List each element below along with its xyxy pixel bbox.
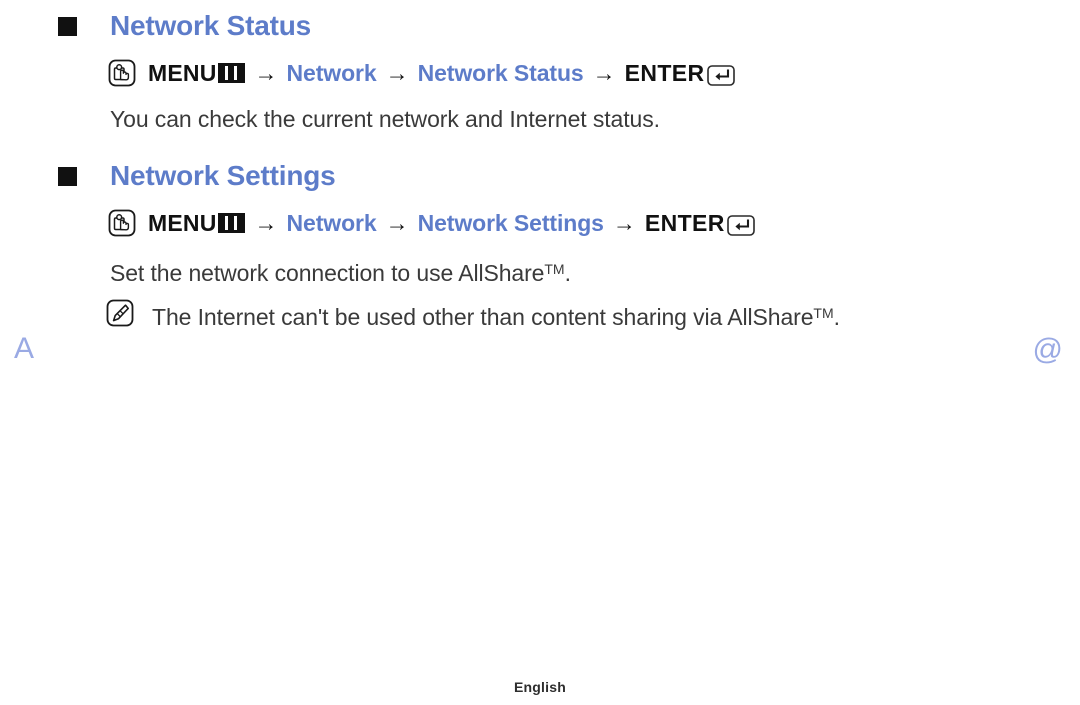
path-step-network-status: Network Status xyxy=(417,60,584,86)
page-title: Network Status xyxy=(110,10,312,41)
enter-return-key-icon xyxy=(706,63,735,86)
trademark-mark: TM xyxy=(813,305,834,321)
margin-at-symbol-icon: @ xyxy=(1032,333,1063,366)
filled-square-bullet-icon xyxy=(58,17,77,36)
heading-row: Network Status xyxy=(0,8,1080,44)
path-arrow-icon: → xyxy=(254,60,278,86)
menu-path-network-settings: MENU → Network → Network Settings → ENTE… xyxy=(108,206,1080,240)
enter-label: ENTER xyxy=(644,210,725,236)
section-network-status: Network Status MENU → Network → Network … xyxy=(0,8,1080,134)
section-body-text: You can check the current network and In… xyxy=(110,106,660,132)
note-pencil-icon xyxy=(106,299,134,327)
path-step-network: Network xyxy=(286,60,377,86)
touch-hand-icon xyxy=(108,59,136,87)
menu-bars-glyph-icon xyxy=(217,213,245,233)
path-step-network: Network xyxy=(286,210,377,236)
manual-page: A @ Network Status MENU → Network → Netw… xyxy=(0,0,1080,705)
body-text-prefix: Set the network connection to use AllSha… xyxy=(110,260,545,286)
path-step-network-settings: Network Settings xyxy=(417,210,604,236)
touch-hand-icon xyxy=(108,209,136,237)
section-network-settings: Network Settings MENU → Network → Networ… xyxy=(0,158,1080,288)
path-arrow-icon: → xyxy=(592,60,616,86)
menu-label: MENU xyxy=(148,210,217,236)
note-text: The Internet can't be used other than co… xyxy=(152,298,840,332)
footer-language-label: English xyxy=(514,679,566,695)
menu-path-text: MENU → Network → Network Status → ENTER xyxy=(148,58,735,88)
body-text-suffix: . xyxy=(564,260,571,286)
enter-return-key-icon xyxy=(726,213,755,236)
menu-path-text: MENU → Network → Network Settings → ENTE… xyxy=(148,208,755,238)
note-row: The Internet can't be used other than co… xyxy=(0,298,840,332)
path-arrow-icon: → xyxy=(385,210,409,236)
menu-label: MENU xyxy=(148,60,217,86)
trademark-mark: TM xyxy=(544,261,565,277)
note-text-suffix: . xyxy=(833,304,840,330)
path-arrow-icon: → xyxy=(254,210,278,236)
heading-row: Network Settings xyxy=(0,158,1080,194)
note-text-prefix: The Internet can't be used other than co… xyxy=(152,304,814,330)
margin-letter-mark: A xyxy=(14,332,35,365)
menu-path-network-status: MENU → Network → Network Status → ENTER xyxy=(108,56,1080,90)
enter-label: ENTER xyxy=(624,60,705,86)
filled-square-bullet-icon xyxy=(58,167,77,186)
page-title: Network Settings xyxy=(110,160,336,191)
path-arrow-icon: → xyxy=(612,210,636,236)
menu-bars-glyph-icon xyxy=(217,63,245,83)
section-body-text: Set the network connection to use AllSha… xyxy=(110,254,1080,288)
path-arrow-icon: → xyxy=(385,60,409,86)
